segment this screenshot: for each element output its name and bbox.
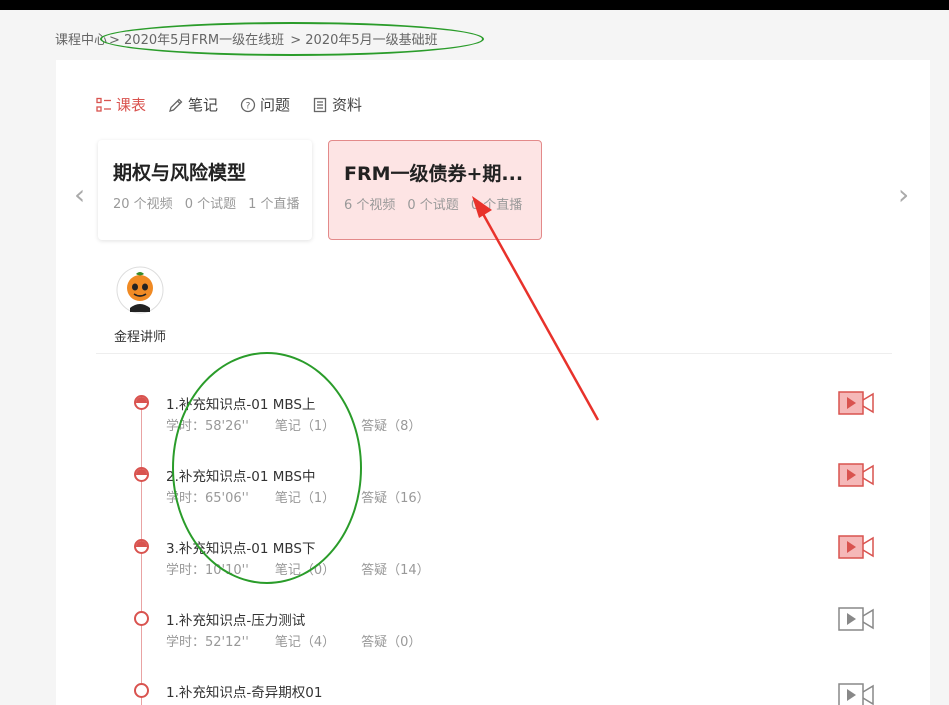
- breadcrumb-basic-class[interactable]: > 2020年5月一级基础班: [290, 33, 437, 48]
- course-live-count: 1 个直播: [248, 197, 300, 212]
- lesson-notes[interactable]: 笔记（4）: [275, 631, 335, 650]
- course-title: FRM一级债券+期...: [344, 163, 524, 185]
- lesson-notes[interactable]: 笔记（1）: [275, 415, 335, 434]
- breadcrumb-course-center[interactable]: 课程中心: [55, 33, 107, 48]
- progress-empty-icon: [134, 683, 149, 698]
- course-card-bonds[interactable]: FRM一级债券+期... 6 个视频 0 个试题 0 个直播: [328, 140, 542, 240]
- course-card-options[interactable]: 期权与风险模型 20 个视频 0 个试题 1 个直播: [98, 140, 312, 240]
- lesson-meta: 学时：10'10'' 笔记（0） 答疑（14）: [166, 559, 456, 578]
- lesson-title[interactable]: 1.补充知识点-压力测试: [166, 609, 305, 629]
- tab-notes[interactable]: 笔记: [168, 94, 218, 115]
- lesson-item[interactable]: 3.补充知识点-01 MBS下 学时：10'10'' 笔记（0） 答疑（14）: [134, 535, 894, 587]
- lesson-hours: 学时：65'06'': [166, 491, 249, 506]
- question-icon: ?: [240, 97, 256, 112]
- section-divider: [96, 353, 892, 354]
- lesson-qa[interactable]: 答疑（14）: [361, 559, 430, 578]
- breadcrumb-online-class[interactable]: > 2020年5月FRM一级在线班: [109, 33, 284, 48]
- tab-schedule[interactable]: 课表: [96, 94, 146, 115]
- video-play-icon[interactable]: [838, 681, 876, 705]
- video-play-icon[interactable]: [838, 461, 876, 489]
- prev-arrow-icon[interactable]: ‹: [74, 178, 85, 211]
- lesson-qa[interactable]: 答疑（16）: [361, 487, 430, 506]
- tab-questions-label: 问题: [260, 96, 291, 114]
- video-play-icon[interactable]: [838, 533, 876, 561]
- lesson-title[interactable]: 1.补充知识点-01 MBS上: [166, 393, 315, 413]
- course-video-count: 20 个视频: [113, 197, 173, 212]
- avatar: [116, 266, 164, 314]
- lesson-notes[interactable]: 笔记（1）: [275, 487, 335, 506]
- progress-half-icon: [134, 467, 149, 482]
- progress-half-icon: [134, 395, 149, 410]
- lesson-title[interactable]: 3.补充知识点-01 MBS下: [166, 537, 315, 557]
- lesson-hours: 学时：10'10'': [166, 563, 249, 578]
- tab-notes-label: 笔记: [188, 96, 219, 114]
- lesson-meta: 学时：58'26'' 笔记（1） 答疑（8）: [166, 415, 447, 434]
- tab-questions[interactable]: ? 问题: [240, 94, 290, 115]
- breadcrumb: 课程中心 > 2020年5月FRM一级在线班 > 2020年5月一级基础班: [55, 29, 440, 48]
- progress-half-icon: [134, 539, 149, 554]
- teacher-name: 金程讲师: [113, 330, 166, 345]
- video-play-icon[interactable]: [838, 389, 876, 417]
- course-video-count: 6 个视频: [344, 198, 396, 213]
- lesson-meta: 学时：52'12'' 笔记（4） 答疑（0）: [166, 631, 447, 650]
- tab-materials-label: 资料: [332, 96, 363, 114]
- lesson-hours: 学时：58'26'': [166, 419, 249, 434]
- schedule-icon: [96, 97, 111, 112]
- lesson-item[interactable]: 1.补充知识点-01 MBS上 学时：58'26'' 笔记（1） 答疑（8）: [134, 391, 894, 443]
- lesson-meta: 学时：65'06'' 笔记（1） 答疑（16）: [166, 487, 456, 506]
- course-title: 期权与风险模型: [113, 162, 247, 184]
- lesson-hours: 学时：52'12'': [166, 635, 249, 650]
- top-bar: [0, 0, 949, 10]
- progress-empty-icon: [134, 611, 149, 626]
- lesson-notes[interactable]: 笔记（0）: [275, 559, 335, 578]
- course-meta: 20 个视频 0 个试题 1 个直播: [113, 193, 300, 212]
- lesson-item[interactable]: 2.补充知识点-01 MBS中 学时：65'06'' 笔记（1） 答疑（16）: [134, 463, 894, 515]
- course-quiz-count: 0 个试题: [407, 198, 459, 213]
- lesson-title[interactable]: 2.补充知识点-01 MBS中: [166, 465, 315, 485]
- course-quiz-count: 0 个试题: [184, 197, 237, 212]
- document-icon: [313, 97, 327, 112]
- lesson-qa[interactable]: 答疑（0）: [361, 631, 421, 650]
- teacher-profile[interactable]: 金程讲师: [110, 266, 170, 345]
- lesson-title[interactable]: 1.补充知识点-奇异期权01: [166, 681, 322, 701]
- course-meta: 6 个视频 0 个试题 0 个直播: [344, 194, 526, 213]
- lesson-item[interactable]: 1.补充知识点-压力测试 学时：52'12'' 笔记（4） 答疑（0）: [134, 607, 894, 659]
- course-live-count: 0 个直播: [470, 198, 523, 213]
- next-arrow-icon[interactable]: ›: [898, 178, 909, 211]
- tab-materials[interactable]: 资料: [312, 94, 362, 115]
- tab-bar: 课表 笔记 ? 问题 资料: [96, 94, 362, 115]
- lesson-item[interactable]: 1.补充知识点-奇异期权01: [134, 681, 894, 705]
- tab-schedule-label: 课表: [116, 96, 147, 114]
- course-panel: 课表 笔记 ? 问题 资料 ‹ › 期权与风险模型 20 个视频 0 个试题 1 个…: [56, 60, 930, 705]
- pencil-icon: [169, 98, 183, 112]
- lesson-qa[interactable]: 答疑（8）: [361, 415, 421, 434]
- svg-text:?: ?: [246, 101, 251, 111]
- video-play-icon[interactable]: [838, 605, 876, 633]
